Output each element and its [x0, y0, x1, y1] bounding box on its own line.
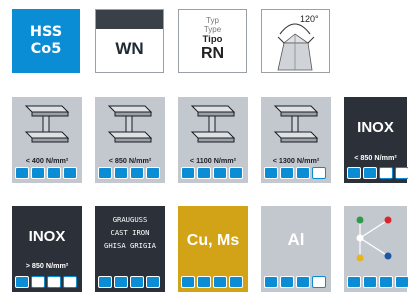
inox-tile-1: INOX < 850 N/mm²	[344, 97, 408, 183]
i-beam-icon	[107, 105, 153, 143]
standard-label: WN	[115, 39, 144, 58]
strength-label: < 850 N/mm²	[354, 153, 397, 162]
inox-title: INOX	[357, 119, 394, 136]
aluminium-tile: Al	[261, 206, 331, 292]
steel-tile-3: < 1100 N/mm²	[178, 97, 248, 183]
suitability-rating	[347, 276, 408, 288]
cast-iron-label: GRAUGUSS CAST IRON GHISA GRIGIA	[104, 215, 156, 250]
copper-brass-title: Cu, Ms	[186, 232, 240, 249]
copper-brass-tile: Cu, Ms	[178, 206, 248, 292]
strength-label: < 1300 N/mm²	[272, 156, 320, 165]
point-angle-text: 120°	[300, 14, 319, 24]
suitability-rating	[264, 167, 326, 179]
header-bar	[96, 10, 163, 29]
i-beam-icon	[24, 105, 70, 143]
strength-label: < 400 N/mm²	[25, 156, 69, 165]
material-line1: HSS	[29, 24, 63, 40]
steel-tile-2: < 850 N/mm²	[95, 97, 165, 183]
type-label-it: Tipo	[202, 34, 223, 45]
inox-tile-2: INOX > 850 N/mm²	[12, 206, 82, 292]
type-code: RN	[200, 45, 225, 62]
suitability-rating	[264, 276, 326, 288]
strength-label: < 1100 N/mm²	[189, 156, 237, 165]
aluminium-title: Al	[287, 230, 305, 249]
drill-point-icon: 120°	[277, 14, 319, 71]
strength-label: < 850 N/mm²	[108, 156, 152, 165]
hss-co5-badge: HSS Co5	[12, 9, 80, 73]
type-label-en: Type	[203, 25, 222, 34]
i-beam-icon	[190, 105, 236, 143]
suitability-rating	[15, 167, 77, 179]
plastics-tile	[344, 206, 408, 292]
i-beam-icon	[273, 105, 319, 143]
steel-tile-4: < 1300 N/mm²	[261, 97, 331, 183]
standard-badge: WN	[95, 9, 164, 73]
strength-label: > 850 N/mm²	[25, 261, 69, 270]
suitability-rating	[98, 167, 160, 179]
material-line2: Co5	[30, 41, 62, 57]
network-icon	[356, 216, 392, 262]
suitability-rating	[181, 276, 243, 288]
type-badge: Typ Type Tipo RN	[178, 9, 247, 73]
cast-iron-tile: GRAUGUSS CAST IRON GHISA GRIGIA	[95, 206, 165, 292]
steel-tile-1: < 400 N/mm²	[12, 97, 82, 183]
point-angle-badge: 120°	[261, 9, 330, 73]
suitability-rating	[98, 276, 160, 288]
suitability-rating	[347, 167, 408, 179]
suitability-rating	[15, 276, 77, 288]
inox-title: INOX	[28, 228, 66, 245]
suitability-rating	[181, 167, 243, 179]
type-label-de: Typ	[206, 16, 219, 25]
